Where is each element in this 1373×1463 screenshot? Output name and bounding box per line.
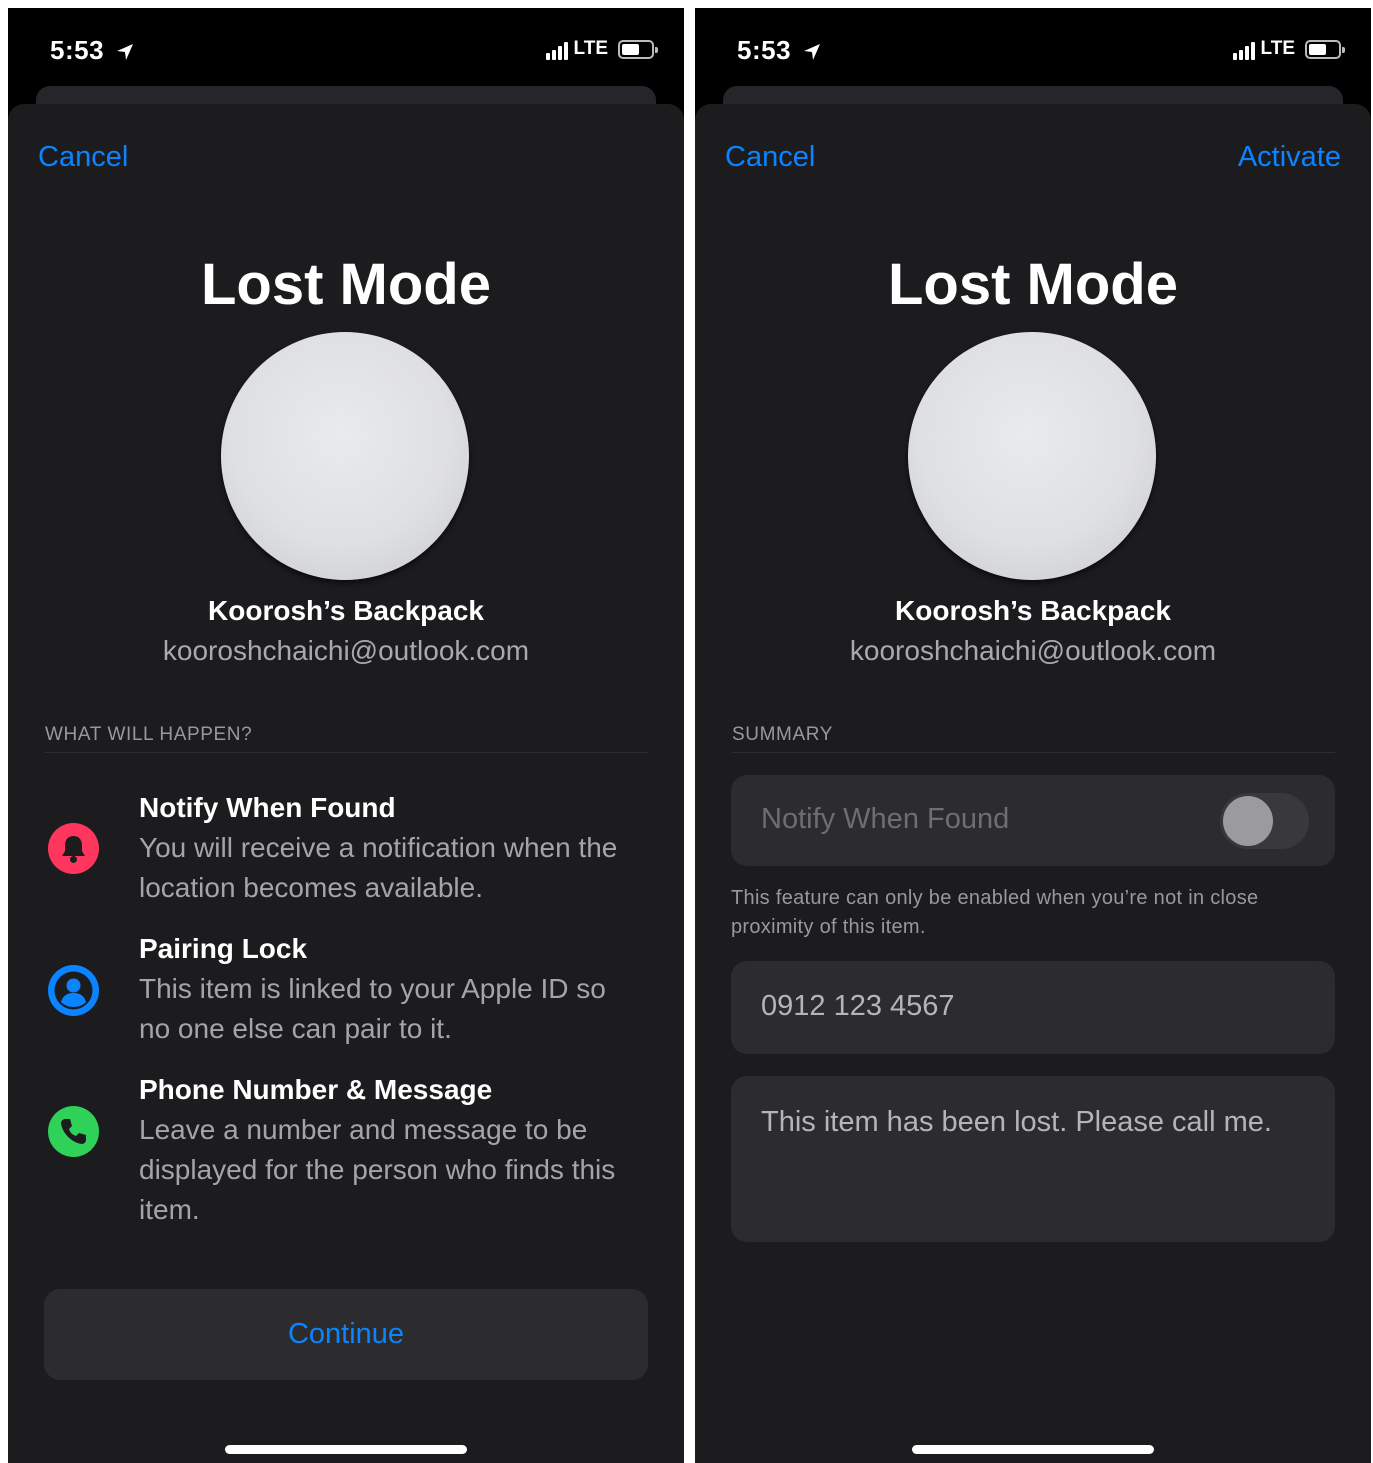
status-bar: 5:53 LTE <box>8 8 684 88</box>
phone-number-value: 0912 123 4567 <box>761 990 955 1022</box>
item-email: kooroshchaichi@outlook.com <box>849 635 1217 666</box>
airtag-image <box>908 332 1156 580</box>
lost-mode-summary-screen: 5:53 LTE Cancel Activate Lost Mode Kooro… <box>695 8 1371 1463</box>
location-arrow-icon <box>116 44 133 61</box>
phone-icon <box>48 1106 99 1157</box>
home-indicator[interactable] <box>912 1445 1154 1454</box>
item-email: kooroshchaichi@outlook.com <box>162 635 530 666</box>
signal-bars-icon <box>1233 40 1255 60</box>
person-icon <box>48 965 99 1016</box>
battery-icon <box>618 40 658 59</box>
home-indicator[interactable] <box>225 1445 467 1454</box>
message-field[interactable]: This item has been lost. Please call me. <box>731 1076 1335 1242</box>
feature-description: You will receive a notification when the… <box>139 832 618 903</box>
section-header: SUMMARY <box>732 724 833 745</box>
status-bar: 5:53 LTE <box>695 8 1371 88</box>
section-header: WHAT WILL HAPPEN? <box>45 724 253 745</box>
status-time-text: 5:53 <box>50 35 105 65</box>
feature-title: Phone Number & Message <box>139 1074 493 1105</box>
message-value: This item has been lost. Please call me. <box>761 1106 1272 1138</box>
feature-description: Leave a number and message to be display… <box>139 1114 616 1225</box>
page-title: Lost Mode <box>201 252 491 317</box>
item-name: Koorosh’s Backpack <box>208 595 484 626</box>
activate-button[interactable]: Activate <box>1238 141 1341 174</box>
bell-icon <box>48 823 99 874</box>
cancel-button[interactable]: Cancel <box>38 141 128 174</box>
page-title: Lost Mode <box>888 252 1178 317</box>
cancel-button[interactable]: Cancel <box>725 141 815 174</box>
toggle-knob <box>1223 796 1273 846</box>
battery-icon <box>1305 40 1345 59</box>
status-time-text: 5:53 <box>737 35 792 65</box>
notify-when-found-toggle[interactable] <box>1220 793 1309 849</box>
network-label: LTE <box>1260 38 1295 59</box>
signal-bars-icon <box>546 40 568 60</box>
notify-when-found-label: Notify When Found <box>761 803 1010 835</box>
status-time: 5:53 <box>737 35 821 66</box>
divider <box>45 752 648 753</box>
airtag-image <box>221 332 469 580</box>
notify-footnote: This feature can only be enabled when yo… <box>731 887 1259 938</box>
divider <box>732 752 1335 753</box>
notify-when-found-row: Notify When Found <box>731 775 1335 866</box>
phone-number-field[interactable]: 0912 123 4567 <box>731 961 1335 1054</box>
location-arrow-icon <box>803 44 820 61</box>
feature-description: This item is linked to your Apple ID so … <box>139 973 606 1044</box>
feature-title: Notify When Found <box>139 792 396 823</box>
item-name: Koorosh’s Backpack <box>895 595 1171 626</box>
feature-title: Pairing Lock <box>139 933 308 964</box>
network-label: LTE <box>573 38 608 59</box>
status-time: 5:53 <box>50 35 134 66</box>
continue-button[interactable]: Continue <box>44 1289 648 1380</box>
lost-mode-intro-screen: 5:53 LTE Cancel Lost Mode Koorosh’s Back… <box>8 8 684 1463</box>
